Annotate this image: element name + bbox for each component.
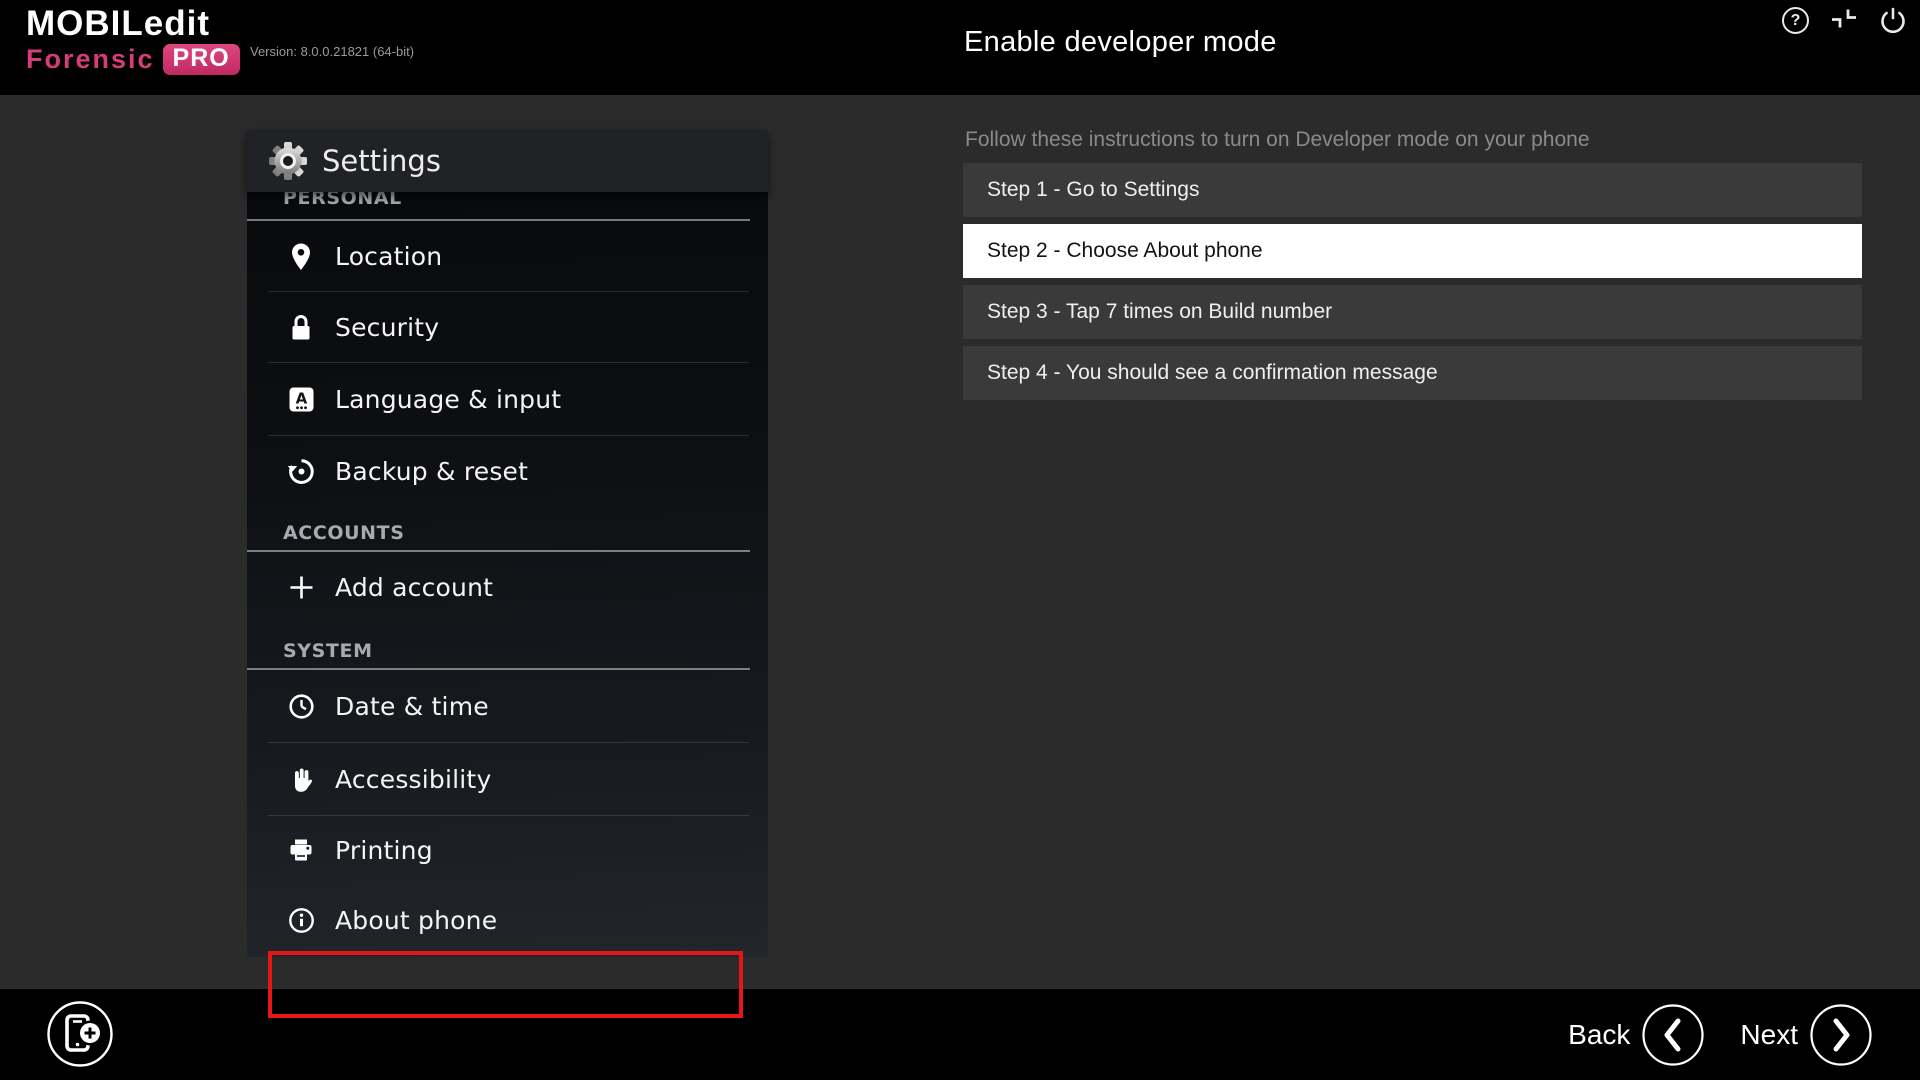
- step-item-4: Step 4 - You should see a confirmation m…: [963, 346, 1862, 400]
- row-security: Security: [247, 292, 768, 363]
- chevron-left-icon: [1642, 1004, 1704, 1066]
- row-accessibility: Accessibility: [247, 743, 768, 816]
- step-label: Step 3 - Tap 7 times on Build number: [987, 300, 1332, 324]
- row-label: Backup & reset: [335, 457, 528, 486]
- phone-settings-list: PERSONAL Location: [247, 192, 768, 956]
- resize-icon[interactable]: [1831, 5, 1857, 31]
- top-bar: MOBILedit Forensic PRO Version: 8.0.0.21…: [0, 0, 1920, 95]
- phone-settings-header: Settings: [247, 130, 768, 192]
- gear-icon: [267, 140, 309, 182]
- section-personal: PERSONAL: [247, 192, 750, 221]
- row-about-phone: About phone: [247, 885, 768, 956]
- next-button-label: Next: [1740, 1019, 1798, 1051]
- row-label: Add account: [335, 573, 493, 602]
- section-system: SYSTEM: [247, 623, 750, 670]
- help-icon[interactable]: ?: [1782, 7, 1809, 34]
- back-button-label: Back: [1568, 1019, 1630, 1051]
- main-content: Settings PERSONAL Location: [0, 95, 1920, 989]
- hand-icon: [285, 766, 317, 794]
- app-window: MOBILedit Forensic PRO Version: 8.0.0.21…: [0, 0, 1920, 1080]
- row-language-input: A Language & input: [247, 363, 768, 436]
- version-label: Version: 8.0.0.21821 (64-bit): [250, 44, 414, 59]
- steps-list: Step 1 - Go to Settings Step 2 - Choose …: [963, 163, 1862, 407]
- row-printing: Printing: [247, 816, 768, 885]
- power-icon[interactable]: [1879, 6, 1907, 34]
- next-button[interactable]: Next: [1740, 1004, 1872, 1066]
- step-item-1: Step 1 - Go to Settings: [963, 163, 1862, 217]
- add-phone-icon: [46, 1000, 114, 1068]
- chevron-right-icon: [1810, 1004, 1872, 1066]
- back-button[interactable]: Back: [1568, 1004, 1704, 1066]
- step-label: Step 4 - You should see a confirmation m…: [987, 361, 1438, 385]
- phone-settings-title: Settings: [322, 144, 441, 178]
- row-backup-reset: Backup & reset: [247, 436, 768, 506]
- brand-logo: MOBILedit Forensic PRO: [26, 6, 240, 75]
- location-pin-icon: [285, 242, 317, 272]
- row-label: Printing: [335, 836, 433, 865]
- keyboard-icon: A: [285, 386, 317, 413]
- row-label: Accessibility: [335, 765, 491, 794]
- row-location: Location: [247, 221, 768, 292]
- row-add-account: Add account: [247, 552, 768, 623]
- wizard-nav: Back Next: [1568, 1004, 1872, 1066]
- row-label: Date & time: [335, 692, 489, 721]
- backup-restore-icon: [285, 457, 317, 486]
- row-label: About phone: [335, 906, 497, 935]
- svg-text:A: A: [295, 390, 307, 408]
- step-item-3: Step 3 - Tap 7 times on Build number: [963, 285, 1862, 339]
- info-icon: [285, 907, 317, 934]
- lock-icon: [285, 313, 317, 342]
- step-label: Step 1 - Go to Settings: [987, 178, 1199, 202]
- row-label: Location: [335, 242, 442, 271]
- row-label: Language & input: [335, 385, 561, 414]
- step-label: Step 2 - Choose About phone: [987, 239, 1263, 263]
- plus-icon: [285, 574, 317, 601]
- instructions-intro: Follow these instructions to turn on Dev…: [965, 128, 1590, 152]
- step-item-2: Step 2 - Choose About phone: [963, 224, 1862, 278]
- clock-icon: [285, 693, 317, 720]
- brand-name: MOBILedit: [26, 6, 240, 41]
- brand-product: Forensic: [26, 46, 155, 73]
- add-phone-button[interactable]: [46, 1000, 114, 1068]
- printer-icon: [285, 838, 317, 863]
- phone-settings-screenshot: Settings PERSONAL Location: [247, 130, 768, 957]
- section-accounts: ACCOUNTS: [247, 506, 750, 552]
- row-date-time: Date & time: [247, 670, 768, 743]
- pro-badge: PRO: [163, 44, 240, 75]
- row-label: Security: [335, 313, 439, 342]
- page-title: Enable developer mode: [964, 26, 1277, 59]
- highlight-rectangle: [268, 951, 743, 1018]
